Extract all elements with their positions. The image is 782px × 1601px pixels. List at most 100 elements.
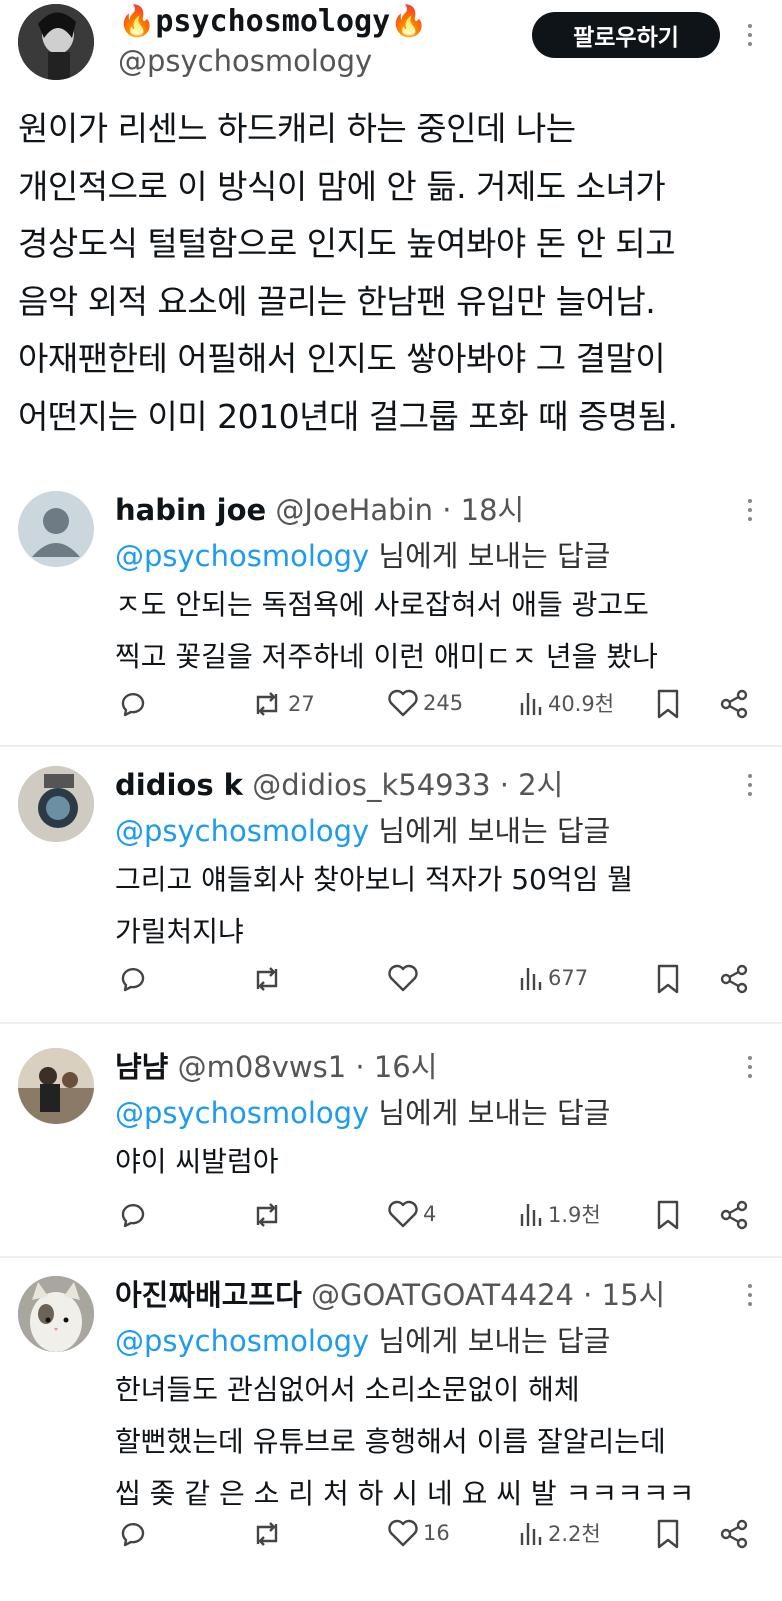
like-count: 16 [423,1521,450,1545]
views-button[interactable]: 677 [518,963,588,993]
views-button[interactable]: 2.2천 [518,1518,601,1548]
reply-meta[interactable]: @JoeHabin · 18시 [275,493,524,527]
more-options-icon[interactable] [748,24,754,51]
reply-text: ㅈ도 안되는 독점욕에 사로잡혀서 애들 광고도 찍고 꽃길을 저주하네 이런 … [115,579,658,683]
reply-button[interactable] [117,688,149,720]
reply-avatar[interactable] [18,766,94,842]
reply-button[interactable] [117,963,149,995]
reply-icon [121,1522,145,1547]
reply-text: 그리고 얘들회사 찾아보니 적자가 50억임 뭘 가릴처지냐 [115,854,633,958]
like-button[interactable] [387,963,423,993]
retweet-button[interactable] [250,963,288,995]
replying-to: @psychosmology 님에게 보내는 답글 [115,1090,610,1132]
reply-text-line: 한녀들도 관심없어서 소리소문없이 해체 [115,1373,580,1406]
share-button[interactable] [718,1199,750,1231]
retweet-button[interactable]: 27 [250,688,315,720]
views-count: 40.9천 [548,692,615,716]
reply-text-line: ㅈ도 안되는 독점욕에 사로잡혀서 애들 광고도 [115,588,649,621]
replying-to-text: 님에게 보내는 답글 [369,1324,611,1358]
action-bar: 16 2.2천 [0,1518,782,1558]
replying-to: @psychosmology 님에게 보내는 답글 [115,808,610,850]
bookmark-button[interactable] [655,963,681,995]
reply-header: 아진짜배고프다 @GOATGOAT4424 · 15시 [115,1272,665,1314]
bookmark-button[interactable] [655,1199,681,1231]
post-text: 원이가 리센느 하드캐리 하는 중인데 나는 개인적으로 이 방식이 맘에 안 … [18,100,778,445]
replying-to-text: 님에게 보내는 답글 [369,814,611,848]
follow-button[interactable]: 팔로우하기 [532,12,720,58]
replying-to: @psychosmology 님에게 보내는 답글 [115,533,610,575]
post-text-line: 음악 외적 요소에 끌리는 한남팬 유입만 늘어남. [18,281,656,321]
reply-item[interactable]: habin joe @JoeHabin · 18시 @psychosmology… [0,485,782,745]
mention-link[interactable]: @psychosmology [115,814,369,848]
share-button[interactable] [718,1518,750,1550]
reply-author-name[interactable]: 냠냠 [115,1050,168,1084]
reply-item[interactable]: didios k @didios_k54933 · 2시 @psychosmol… [0,760,782,1022]
author-display-name[interactable]: 🔥psychosmology🔥 [118,4,428,39]
bookmark-icon [657,964,679,994]
views-icon [520,1204,542,1226]
reply-text: 야이 씨발럼아 [115,1136,278,1188]
reply-header: habin joe @JoeHabin · 18시 [115,487,524,529]
divider [0,1022,782,1024]
reply-author-name[interactable]: 아진짜배고프다 [115,1278,302,1312]
share-button[interactable] [718,963,750,995]
author-handle[interactable]: @psychosmology [118,44,372,78]
reply-avatar[interactable] [18,491,94,567]
retweet-count: 27 [288,692,315,716]
reply-header: didios k @didios_k54933 · 2시 [115,762,563,804]
post-text-line: 원이가 리센느 하드캐리 하는 중인데 나는 [18,109,576,148]
reply-text-line: 할뻔했는데 유튜브로 흥행해서 이름 잘알리는데 [115,1425,666,1458]
action-bar: 4 1.9천 [0,1199,782,1239]
bookmark-button[interactable] [655,688,681,720]
reply-button[interactable] [117,1518,149,1550]
retweet-icon [256,1203,278,1227]
views-button[interactable]: 1.9천 [518,1199,601,1229]
views-count: 2.2천 [548,1522,601,1546]
reply-text-line: 가릴처지냐 [115,915,244,948]
share-icon [720,689,748,719]
reply-button[interactable] [117,1199,149,1231]
more-options-icon[interactable] [748,774,754,801]
reply-meta[interactable]: @m08vws1 · 16시 [178,1050,438,1084]
reply-avatar[interactable] [18,1276,94,1352]
post-text-line: 경상도식 털털함으로 인지도 높여봐야 돈 안 되고 [18,224,676,263]
retweet-button[interactable] [250,1199,288,1231]
reply-text-line: 야이 씨발럼아 [115,1145,279,1178]
like-button[interactable]: 245 [387,688,463,718]
reply-avatar[interactable] [18,1048,94,1124]
action-bar: 27 245 40.9천 [0,688,782,728]
more-options-icon[interactable] [748,1284,754,1311]
divider [0,745,782,747]
reply-meta[interactable]: @didios_k54933 · 2시 [252,768,563,802]
more-options-icon[interactable] [748,499,754,526]
reply-icon [121,692,145,717]
reply-meta[interactable]: @GOATGOAT4424 · 15시 [311,1278,665,1312]
mention-link[interactable]: @psychosmology [115,1096,369,1130]
reply-author-name[interactable]: habin joe [115,493,266,527]
retweet-icon [256,692,278,716]
reply-author-name[interactable]: didios k [115,768,243,802]
reply-item[interactable]: 아진짜배고프다 @GOATGOAT4424 · 15시 @psychosmolo… [0,1270,782,1601]
like-count: 4 [423,1202,437,1226]
bookmark-button[interactable] [655,1518,681,1550]
heart-icon [388,964,418,992]
heart-icon [388,689,418,717]
bookmark-icon [657,689,679,719]
reply-text-line: 찍고 꽃길을 저주하네 이런 애미ㄷㅈ 년을 봤나 [115,640,658,673]
share-button[interactable] [718,688,750,720]
share-icon [720,1519,748,1549]
post-text-line: 아재팬한테 어필해서 인지도 쌓아봐야 그 결말이 [18,339,666,378]
reply-icon [121,1203,145,1228]
more-options-icon[interactable] [748,1056,754,1083]
mention-link[interactable]: @psychosmology [115,539,369,573]
author-avatar[interactable] [18,4,94,80]
bookmark-icon [657,1200,679,1230]
views-button[interactable]: 40.9천 [518,688,614,718]
like-button[interactable]: 16 [387,1518,450,1548]
share-icon [720,964,748,994]
mention-link[interactable]: @psychosmology [115,1324,369,1358]
views-count: 677 [548,966,589,990]
retweet-button[interactable] [250,1518,288,1550]
like-button[interactable]: 4 [387,1199,436,1229]
reply-item[interactable]: 냠냠 @m08vws1 · 16시 @psychosmology 님에게 보내는… [0,1042,782,1256]
